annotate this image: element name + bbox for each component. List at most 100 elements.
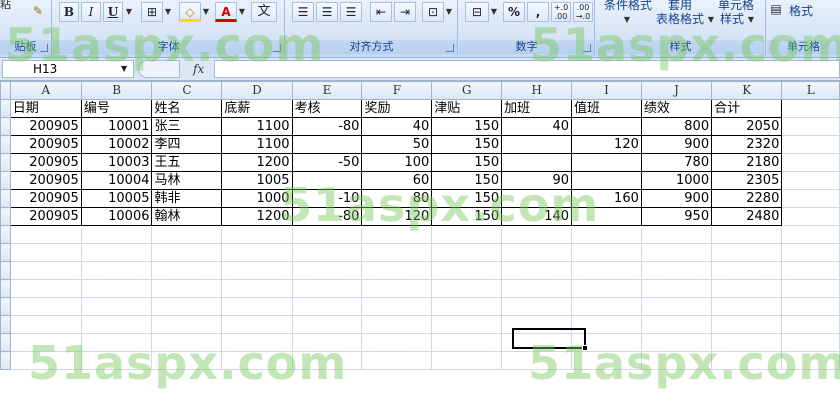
cell-a11[interactable]	[9, 279, 82, 298]
cell-e2[interactable]: -80	[291, 117, 363, 136]
cell-f12[interactable]	[361, 297, 433, 316]
cell-g9[interactable]	[431, 243, 503, 262]
cell-a12[interactable]	[9, 297, 82, 316]
cell-c8[interactable]	[151, 225, 223, 244]
cell-b1[interactable]: 编号	[80, 99, 153, 118]
cell-i7[interactable]	[571, 207, 642, 226]
cell-k2[interactable]: 2050	[711, 117, 783, 136]
cell-e8[interactable]	[291, 225, 363, 244]
row-header[interactable]	[0, 117, 11, 136]
cell-h5[interactable]: 90	[501, 171, 573, 190]
font-color-dropdown-icon[interactable]: ▼	[237, 2, 247, 22]
row-header[interactable]	[0, 315, 11, 334]
cell-l4[interactable]	[781, 153, 840, 172]
cell-e3[interactable]	[291, 135, 363, 154]
cell-g7[interactable]: 150	[431, 207, 503, 226]
cell-e15[interactable]	[291, 351, 363, 370]
active-cell-h13[interactable]	[512, 328, 586, 349]
cell-e10[interactable]	[291, 261, 363, 280]
cell-i15[interactable]	[571, 351, 642, 370]
cell-l8[interactable]	[781, 225, 840, 244]
percent-button[interactable]: %	[503, 2, 525, 22]
select-all-corner[interactable]	[0, 81, 11, 100]
name-box-dropdown-icon[interactable]: ▼	[121, 60, 127, 78]
cell-e6[interactable]: -10	[291, 189, 363, 208]
cell-d12[interactable]	[221, 297, 293, 316]
column-header-c[interactable]: C	[151, 81, 223, 100]
insert-function-button[interactable]: fx	[193, 62, 204, 76]
column-header-a[interactable]: A	[9, 81, 82, 100]
row-header[interactable]	[0, 351, 11, 370]
decrease-decimal-button[interactable]: .00 →.0	[573, 2, 593, 22]
cell-l2[interactable]	[781, 117, 840, 136]
cell-h7[interactable]: 140	[501, 207, 573, 226]
cell-i5[interactable]	[571, 171, 642, 190]
cell-d1[interactable]: 底薪	[221, 99, 293, 118]
table-format-button[interactable]: 表格格式	[656, 10, 704, 27]
cell-j15[interactable]	[640, 351, 713, 370]
row-header[interactable]	[0, 279, 11, 298]
cell-i10[interactable]	[571, 261, 642, 280]
cell-a15[interactable]	[9, 351, 82, 370]
cell-k4[interactable]: 2180	[711, 153, 783, 172]
cell-e14[interactable]	[291, 333, 363, 352]
cell-c1[interactable]: 姓名	[151, 99, 223, 118]
cell-i2[interactable]	[571, 117, 642, 136]
row-header[interactable]	[0, 135, 11, 154]
font-launcher-icon[interactable]	[273, 44, 281, 52]
border-icon[interactable]: ⊞	[141, 2, 163, 22]
cell-styles-button[interactable]: 样式	[720, 10, 744, 27]
column-header-e[interactable]: E	[291, 81, 363, 100]
row-header[interactable]	[0, 207, 11, 226]
cell-d9[interactable]	[221, 243, 293, 262]
cell-g13[interactable]	[431, 315, 503, 334]
align-center-icon[interactable]: ☰	[316, 2, 338, 22]
formula-input[interactable]	[214, 60, 840, 78]
row-header[interactable]	[0, 189, 11, 208]
cell-c10[interactable]	[151, 261, 223, 280]
fill-color-icon[interactable]: ◇	[179, 2, 201, 22]
cell-l10[interactable]	[781, 261, 840, 280]
column-header-d[interactable]: D	[221, 81, 293, 100]
underline-button[interactable]: U	[103, 2, 123, 22]
cell-b2[interactable]: 10001	[80, 117, 153, 136]
cell-a6[interactable]: 200905	[9, 189, 82, 208]
cell-l12[interactable]	[781, 297, 840, 316]
cell-e4[interactable]: -50	[291, 153, 363, 172]
cell-b14[interactable]	[80, 333, 153, 352]
cell-f11[interactable]	[361, 279, 433, 298]
cell-k15[interactable]	[711, 351, 783, 370]
name-box[interactable]: H13	[2, 60, 134, 78]
cell-j7[interactable]: 950	[640, 207, 713, 226]
cell-h4[interactable]	[501, 153, 573, 172]
cell-b3[interactable]: 10002	[80, 135, 153, 154]
cell-f9[interactable]	[361, 243, 433, 262]
cell-c6[interactable]: 韩非	[151, 189, 223, 208]
cell-l7[interactable]	[781, 207, 840, 226]
cell-a2[interactable]: 200905	[9, 117, 82, 136]
cell-j10[interactable]	[640, 261, 713, 280]
row-header[interactable]	[0, 297, 11, 316]
cell-g14[interactable]	[431, 333, 503, 352]
clipboard-launcher-icon[interactable]	[40, 44, 48, 52]
column-header-f[interactable]: F	[361, 81, 433, 100]
cell-e11[interactable]	[291, 279, 363, 298]
cell-l9[interactable]	[781, 243, 840, 262]
fill-color-dropdown-icon[interactable]: ▼	[201, 2, 211, 22]
cell-d13[interactable]	[221, 315, 293, 334]
merge-center-icon[interactable]: ⊡	[422, 2, 444, 22]
cell-k13[interactable]	[711, 315, 783, 334]
cell-d8[interactable]	[221, 225, 293, 244]
cell-c2[interactable]: 张三	[151, 117, 223, 136]
cell-j14[interactable]	[640, 333, 713, 352]
cell-i11[interactable]	[571, 279, 642, 298]
cell-k11[interactable]	[711, 279, 783, 298]
cell-a3[interactable]: 200905	[9, 135, 82, 154]
format-cells-icon[interactable]: ▤	[769, 0, 783, 20]
cell-a13[interactable]	[9, 315, 82, 334]
cell-f7[interactable]: 120	[361, 207, 433, 226]
cell-a5[interactable]: 200905	[9, 171, 82, 190]
cell-j2[interactable]: 800	[640, 117, 713, 136]
cell-l14[interactable]	[781, 333, 840, 352]
cell-a8[interactable]	[9, 225, 82, 244]
